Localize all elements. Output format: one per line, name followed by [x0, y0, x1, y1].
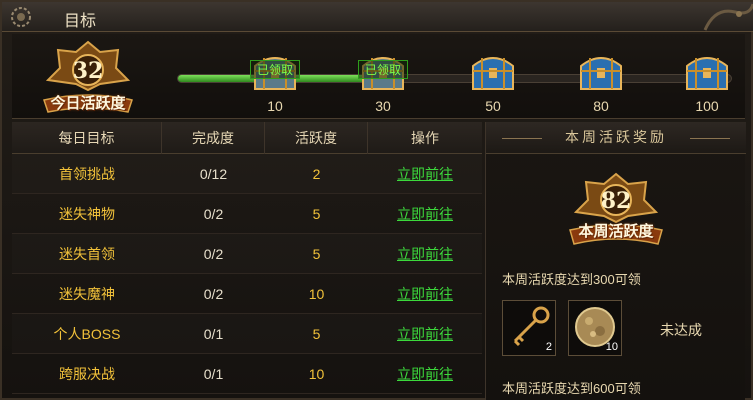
reward-item-count: 10 [605, 341, 618, 353]
milestone-value: 80 [593, 98, 609, 114]
gear-icon [11, 7, 31, 27]
reward-item-slot[interactable]: 2 [502, 300, 556, 356]
milestone-value: 100 [695, 98, 719, 114]
go-now-link[interactable]: 立即前往 [368, 354, 482, 394]
milestone-value: 10 [267, 98, 283, 114]
badge-emblem-icon [569, 172, 663, 245]
goal-progress: 0/1 [203, 326, 224, 342]
today-activity-badge: 32 今日活跃度 [38, 40, 138, 120]
header-progress: 完成度 [162, 122, 265, 154]
reward-status: 未达成 [660, 322, 702, 338]
goal-progress: 0/2 [203, 246, 224, 262]
goal-progress: 0/2 [203, 206, 224, 222]
milestone-chest[interactable] [576, 50, 626, 92]
goal-progress: 0/12 [199, 166, 228, 182]
table-row: 迷失首领 0/2 5 立即前往 [12, 234, 482, 274]
goal-window: 目标 32 今日活跃度 已领取 10 已领取 30 50 80 100 每日目标 完成度 活… [0, 0, 753, 400]
goal-points: 5 [312, 206, 321, 222]
milestone-chest[interactable]: 已领取 [250, 50, 300, 92]
goal-name: 跨服决战 [59, 366, 115, 382]
go-now-link[interactable]: 立即前往 [368, 314, 482, 354]
weekly-activity-points: 82 [600, 188, 632, 214]
milestone-chest[interactable] [682, 50, 732, 92]
goal-name: 迷失神物 [59, 206, 115, 222]
goal-name: 迷失魔神 [59, 286, 115, 302]
goal-name: 首领挑战 [59, 166, 115, 182]
title-bar: 目标 [2, 2, 753, 32]
claimed-label: 已领取 [358, 60, 408, 79]
header-divider-right [690, 138, 730, 139]
goal-name: 个人BOSS [53, 326, 121, 342]
today-activity-points: 32 [72, 58, 104, 84]
weekly-reward-header: 本周活跃奖励 [486, 122, 746, 154]
table-row: 个人BOSS 0/1 5 立即前往 [12, 314, 482, 354]
header-points: 活跃度 [265, 122, 368, 154]
weekly-reward-panel: 本周活跃奖励 82 本周活跃度 本周活跃度达到300可领 2 10 未达成 本周… [485, 122, 746, 400]
goal-name: 迷失首领 [59, 246, 115, 262]
go-now-link[interactable]: 立即前往 [368, 154, 482, 194]
go-now-link[interactable]: 立即前往 [368, 194, 482, 234]
goal-progress: 0/2 [203, 286, 224, 302]
treasure-chest-icon [472, 57, 514, 90]
header-goal: 每日目标 [12, 122, 162, 154]
milestone-value: 50 [485, 98, 501, 114]
header-action: 操作 [411, 130, 439, 146]
dragon-ornament-icon [703, 3, 753, 31]
goal-points: 5 [312, 246, 321, 262]
goal-points: 10 [308, 366, 325, 382]
treasure-chest-icon [580, 57, 622, 90]
goal-points: 5 [312, 326, 321, 342]
goal-points: 10 [308, 286, 325, 302]
reward-item-slot[interactable]: 10 [568, 300, 622, 356]
goal-points: 2 [312, 166, 321, 182]
today-activity-label: 今日活跃度 [50, 94, 126, 112]
table-row: 首领挑战 0/12 2 立即前往 [12, 154, 482, 194]
reward-tier-600-text: 本周活跃度达到600可领 [502, 381, 641, 396]
go-now-link[interactable]: 立即前往 [368, 234, 482, 274]
milestone-value: 30 [375, 98, 391, 114]
weekly-activity-label: 本周活跃度 [578, 222, 654, 240]
table-row: 迷失神物 0/2 5 立即前往 [12, 194, 482, 234]
table-header: 每日目标 完成度 活跃度 操作 [12, 122, 482, 154]
weekly-activity-badge: 82 本周活跃度 [566, 172, 666, 257]
go-now-link[interactable]: 立即前往 [368, 274, 482, 314]
window-title: 目标 [64, 13, 97, 30]
goal-progress: 0/1 [203, 366, 224, 382]
daily-goals-table: 每日目标 完成度 活跃度 操作 首领挑战 0/12 2 立即前往 迷失神物 0/2 5 立即前… [12, 122, 482, 400]
treasure-chest-icon [686, 57, 728, 90]
milestone-chest[interactable] [468, 50, 518, 92]
milestone-chest[interactable]: 已领取 [358, 50, 408, 92]
claimed-label: 已领取 [250, 60, 300, 79]
reward-tier-300-text: 本周活跃度达到300可领 [502, 272, 641, 287]
table-row: 迷失魔神 0/2 10 立即前往 [12, 274, 482, 314]
table-row: 跨服决战 0/1 10 立即前往 [12, 354, 482, 394]
reward-item-count: 2 [545, 341, 552, 353]
